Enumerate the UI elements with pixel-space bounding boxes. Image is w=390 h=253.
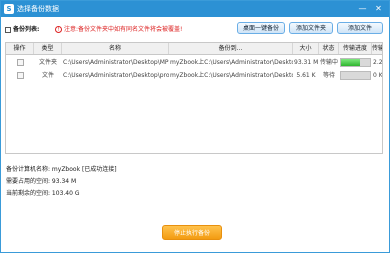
col-size[interactable]: 大小	[293, 43, 319, 54]
warning-icon: !	[55, 26, 62, 33]
backup-list-text: 备份列表:	[13, 26, 40, 33]
row-name: C:\Users\Administrator\Desktop\MP3	[63, 59, 169, 66]
close-button[interactable]: ✕	[373, 3, 384, 14]
remaining-space-info: 当前剩余的空间: 103.40 G	[6, 190, 80, 197]
window-title: 选择备份数据	[17, 5, 59, 13]
row-size: 93.31 M	[294, 59, 319, 66]
col-progress[interactable]: 传输进度	[339, 43, 372, 54]
add-file-button[interactable]: 添加文件	[337, 22, 383, 34]
col-destination[interactable]: 备份到...	[169, 43, 293, 54]
col-name[interactable]: 名称	[62, 43, 169, 54]
table-header: 操作 类型 名称 备份到... 大小 状态 传输进度 传输	[6, 43, 382, 55]
row-destination: myZbook上C:\Users\Administrator\Desktop	[170, 72, 293, 79]
add-folder-button[interactable]: 添加文件夹	[289, 22, 333, 34]
progress-fill	[341, 59, 360, 66]
backup-list-label: 备份列表:	[5, 24, 39, 33]
toolbar: 备份列表: ! 注意:备份文件夹中如有同名文件将会被覆盖! 桌面一键备份 添加文件…	[1, 18, 389, 38]
stop-backup-button[interactable]: 停止执行备份	[162, 225, 222, 240]
col-status[interactable]: 状态	[319, 43, 339, 54]
row-speed: 0 K/s	[373, 72, 383, 79]
desktop-backup-button[interactable]: 桌面一键备份	[237, 22, 285, 34]
col-type[interactable]: 类型	[34, 43, 62, 54]
row-speed: 2.23	[373, 59, 383, 66]
col-action[interactable]: 操作	[6, 43, 34, 54]
needed-space-info: 需要占用的空间: 93.34 M	[6, 178, 77, 185]
table-row[interactable]: 文件夹 C:\Users\Administrator\Desktop\MP3 m…	[6, 56, 383, 69]
row-destination: myZbook上C:\Users\Administrator\Desktop	[170, 59, 293, 66]
app-logo-icon: S	[4, 4, 14, 14]
row-status: 传输中	[320, 59, 339, 66]
row-type: 文件	[41, 72, 54, 79]
row-type: 文件夹	[38, 59, 57, 66]
backup-dialog: S 选择备份数据 — ✕ 备份列表: ! 注意:备份文件夹中如有同名文件将会被覆盖…	[0, 0, 390, 253]
row-checkbox[interactable]	[17, 72, 24, 79]
overwrite-notice: ! 注意:备份文件夹中如有同名文件将会被覆盖!	[55, 24, 182, 33]
notice-text: 注意:备份文件夹中如有同名文件将会被覆盖!	[64, 26, 183, 33]
backup-table: 操作 类型 名称 备份到... 大小 状态 传输进度 传输 文件夹 C:\Use…	[5, 42, 383, 154]
table-row[interactable]: 文件 C:\Users\Administrator\Desktop\prod m…	[6, 69, 383, 82]
row-name: C:\Users\Administrator\Desktop\prod	[63, 72, 169, 79]
row-status: 等待	[322, 72, 335, 79]
row-checkbox[interactable]	[17, 59, 24, 66]
minimize-button[interactable]: —	[357, 3, 368, 14]
col-speed[interactable]: 传输	[372, 43, 382, 54]
list-icon	[5, 26, 11, 33]
title-bar: S 选择备份数据 — ✕	[1, 1, 389, 17]
progress-bar	[340, 71, 371, 80]
computer-name-info: 备份计算机名称: myZbook [已成功连接]	[6, 166, 117, 173]
progress-bar	[340, 58, 371, 67]
row-size: 5.61 K	[296, 72, 316, 79]
